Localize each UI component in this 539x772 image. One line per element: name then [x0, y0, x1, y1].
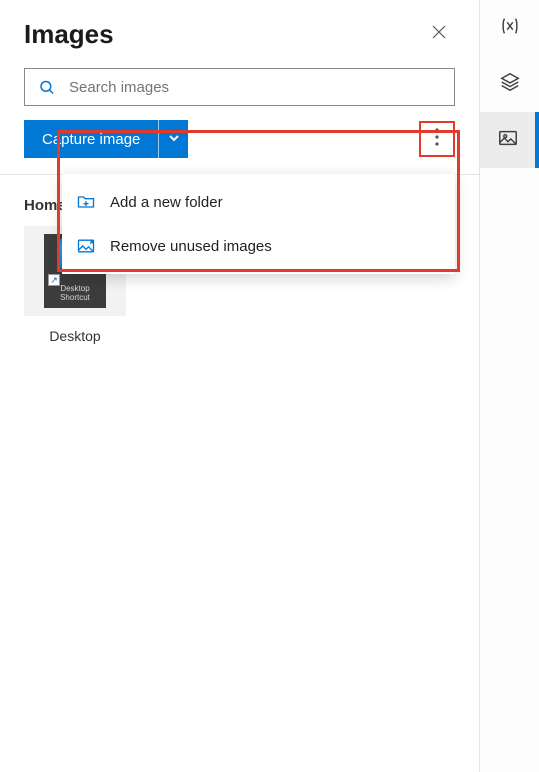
rail-item-layers[interactable] [480, 56, 539, 112]
menu-item-label: Remove unused images [110, 238, 272, 255]
close-icon [431, 24, 447, 45]
close-button[interactable] [423, 18, 455, 50]
capture-image-dropdown[interactable] [158, 120, 188, 158]
capture-image-button[interactable]: Capture image [24, 120, 188, 158]
panel-title: Images [24, 19, 114, 50]
thumbnail-mini-caption: Desktop Shortcut [44, 284, 106, 302]
capture-image-label: Capture image [24, 120, 158, 158]
images-icon [497, 127, 519, 154]
tool-rail [479, 0, 539, 772]
menu-item-remove-unused[interactable]: Remove unused images [62, 224, 455, 268]
more-actions-menu: Add a new folder Remove unused images [62, 174, 455, 274]
action-row: Capture image [0, 120, 479, 174]
remove-images-icon [76, 236, 96, 256]
layers-icon [499, 71, 521, 98]
menu-item-add-folder[interactable]: Add a new folder [62, 180, 455, 224]
variables-icon [499, 15, 521, 42]
rail-item-images[interactable] [480, 112, 539, 168]
more-vertical-icon [435, 128, 439, 151]
thumbnail-label: Desktop [49, 328, 100, 344]
panel-header: Images [0, 0, 479, 60]
search-input[interactable] [24, 68, 455, 106]
images-panel: Images Capture image [0, 0, 479, 772]
search-container [0, 60, 479, 120]
chevron-down-icon [168, 131, 180, 148]
rail-item-variables[interactable] [480, 0, 539, 56]
add-folder-icon [76, 192, 96, 212]
more-actions-button[interactable] [419, 121, 455, 157]
menu-item-label: Add a new folder [110, 194, 223, 211]
